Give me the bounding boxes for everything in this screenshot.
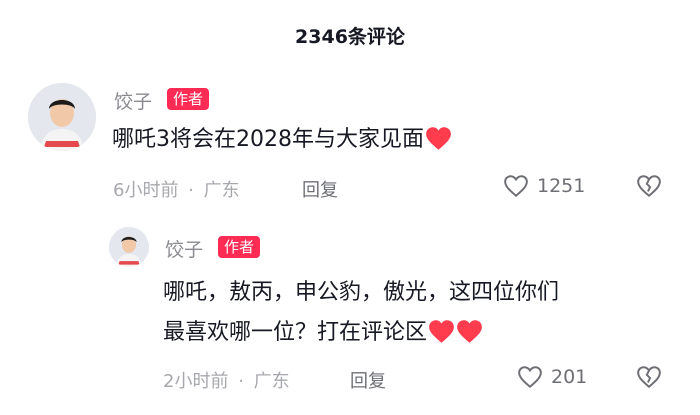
comment-text-line-2: 最喜欢哪一位？打在评论区 xyxy=(163,320,428,345)
avatar-image xyxy=(109,227,149,267)
author-name[interactable]: 饺子 xyxy=(114,87,152,114)
broken-heart-icon[interactable] xyxy=(636,365,662,389)
like-count: 1251 xyxy=(537,175,586,197)
comment-time: 6小时前 xyxy=(113,180,179,201)
comments-count-title: 2346条评论 xyxy=(295,26,405,48)
comment-location: 广东 xyxy=(253,371,290,392)
reply-button[interactable]: 回复 xyxy=(302,176,338,202)
author-avatar[interactable] xyxy=(28,83,96,151)
author-badge: 作者 xyxy=(218,236,261,258)
comment-text-content: 哪吒3将会在2028年与大家见面 xyxy=(112,127,424,152)
comment-time: 2小时前 xyxy=(163,371,229,392)
comment-location: 广东 xyxy=(203,180,240,201)
meta-separator: · xyxy=(238,371,244,392)
comment-meta: 6小时前 · 广东 xyxy=(113,176,240,202)
like-button[interactable]: 201 xyxy=(517,365,587,389)
red-heart-emoji xyxy=(457,320,482,343)
comment-meta: 2小时前 · 广东 xyxy=(163,367,290,393)
author-name[interactable]: 饺子 xyxy=(165,235,203,262)
red-heart-emoji xyxy=(429,320,454,343)
heart-outline-icon xyxy=(518,366,542,389)
comment-text-line-2-wrap: 最喜欢哪一位？打在评论区 xyxy=(163,313,559,353)
reply-button[interactable]: 回复 xyxy=(350,367,386,393)
red-heart-emoji xyxy=(426,127,451,150)
heart-outline-icon xyxy=(504,175,528,198)
comment-text: 哪吒3将会在2028年与大家见面 xyxy=(112,120,452,160)
broken-heart-icon[interactable] xyxy=(636,174,662,198)
like-count: 201 xyxy=(551,366,588,388)
author-badge: 作者 xyxy=(167,88,210,110)
comment-text-line-1: 哪吒，敖丙，申公豹，傲光，这四位你们 xyxy=(163,280,560,305)
avatar-image xyxy=(28,83,96,151)
comment-text: 哪吒，敖丙，申公豹，傲光，这四位你们 最喜欢哪一位？打在评论区 xyxy=(163,273,559,353)
like-button[interactable]: 1251 xyxy=(503,174,585,198)
author-avatar[interactable] xyxy=(109,227,149,267)
meta-separator: · xyxy=(188,180,194,201)
